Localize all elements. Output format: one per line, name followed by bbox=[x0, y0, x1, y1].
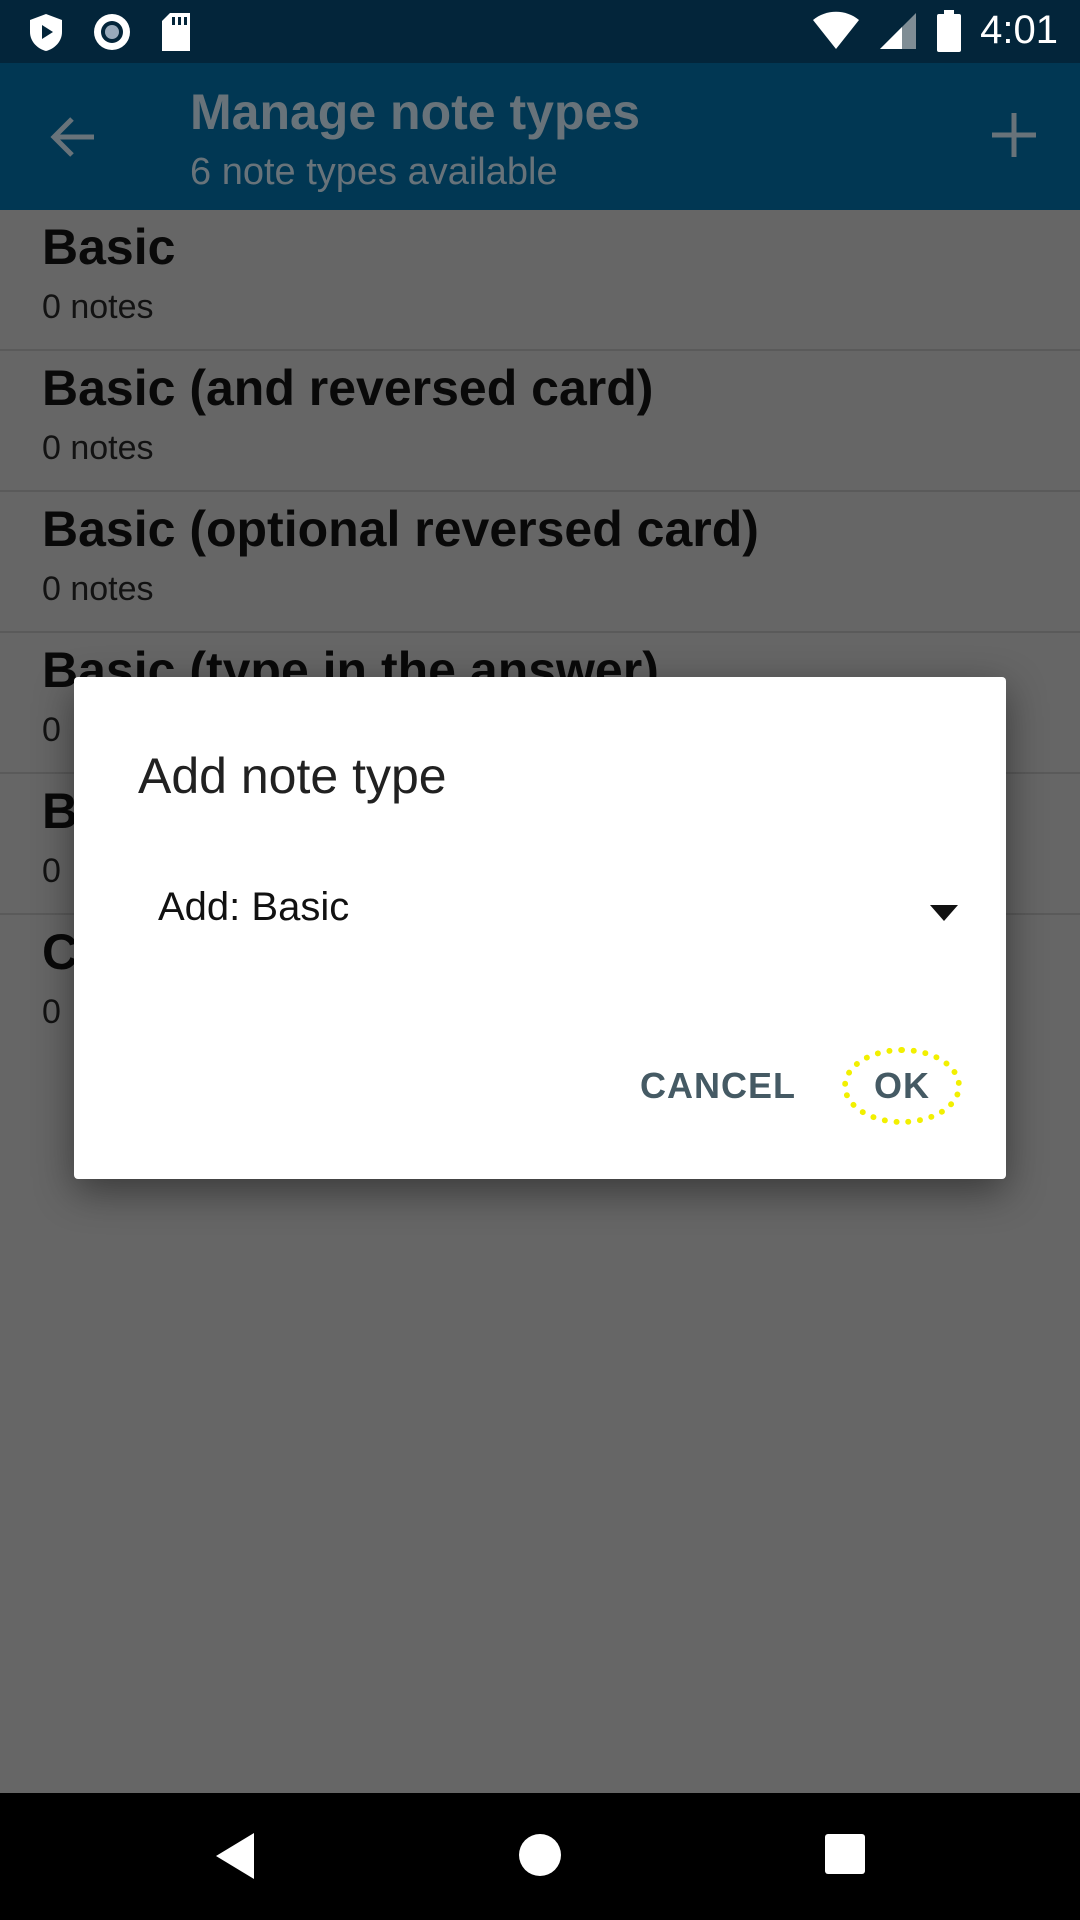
sd-card-icon bbox=[162, 13, 190, 51]
spinner-value: Add: Basic bbox=[158, 885, 350, 929]
add-note-type-dialog: Add note type Add: Basic CANCEL OK bbox=[74, 677, 1006, 1179]
play-protect-icon bbox=[30, 14, 62, 51]
status-bar: 4:01 bbox=[0, 0, 1080, 63]
ok-button[interactable]: OK bbox=[842, 1047, 962, 1125]
note-type-spinner[interactable]: Add: Basic bbox=[158, 877, 958, 957]
nav-recents-icon[interactable] bbox=[824, 1833, 866, 1875]
wifi-icon bbox=[813, 11, 860, 49]
battery-icon bbox=[937, 9, 962, 52]
nav-home-icon[interactable] bbox=[518, 1833, 562, 1877]
dialog-title: Add note type bbox=[138, 748, 447, 804]
cancel-button[interactable]: CANCEL bbox=[630, 1053, 806, 1119]
dialog-actions: CANCEL OK bbox=[630, 1047, 962, 1125]
nav-back-icon[interactable] bbox=[214, 1831, 258, 1881]
clock: 4:01 bbox=[980, 8, 1058, 52]
cell-signal-icon bbox=[880, 12, 917, 49]
record-icon bbox=[94, 14, 130, 50]
dropdown-arrow-icon bbox=[930, 905, 958, 921]
navigation-bar bbox=[0, 1793, 1080, 1920]
